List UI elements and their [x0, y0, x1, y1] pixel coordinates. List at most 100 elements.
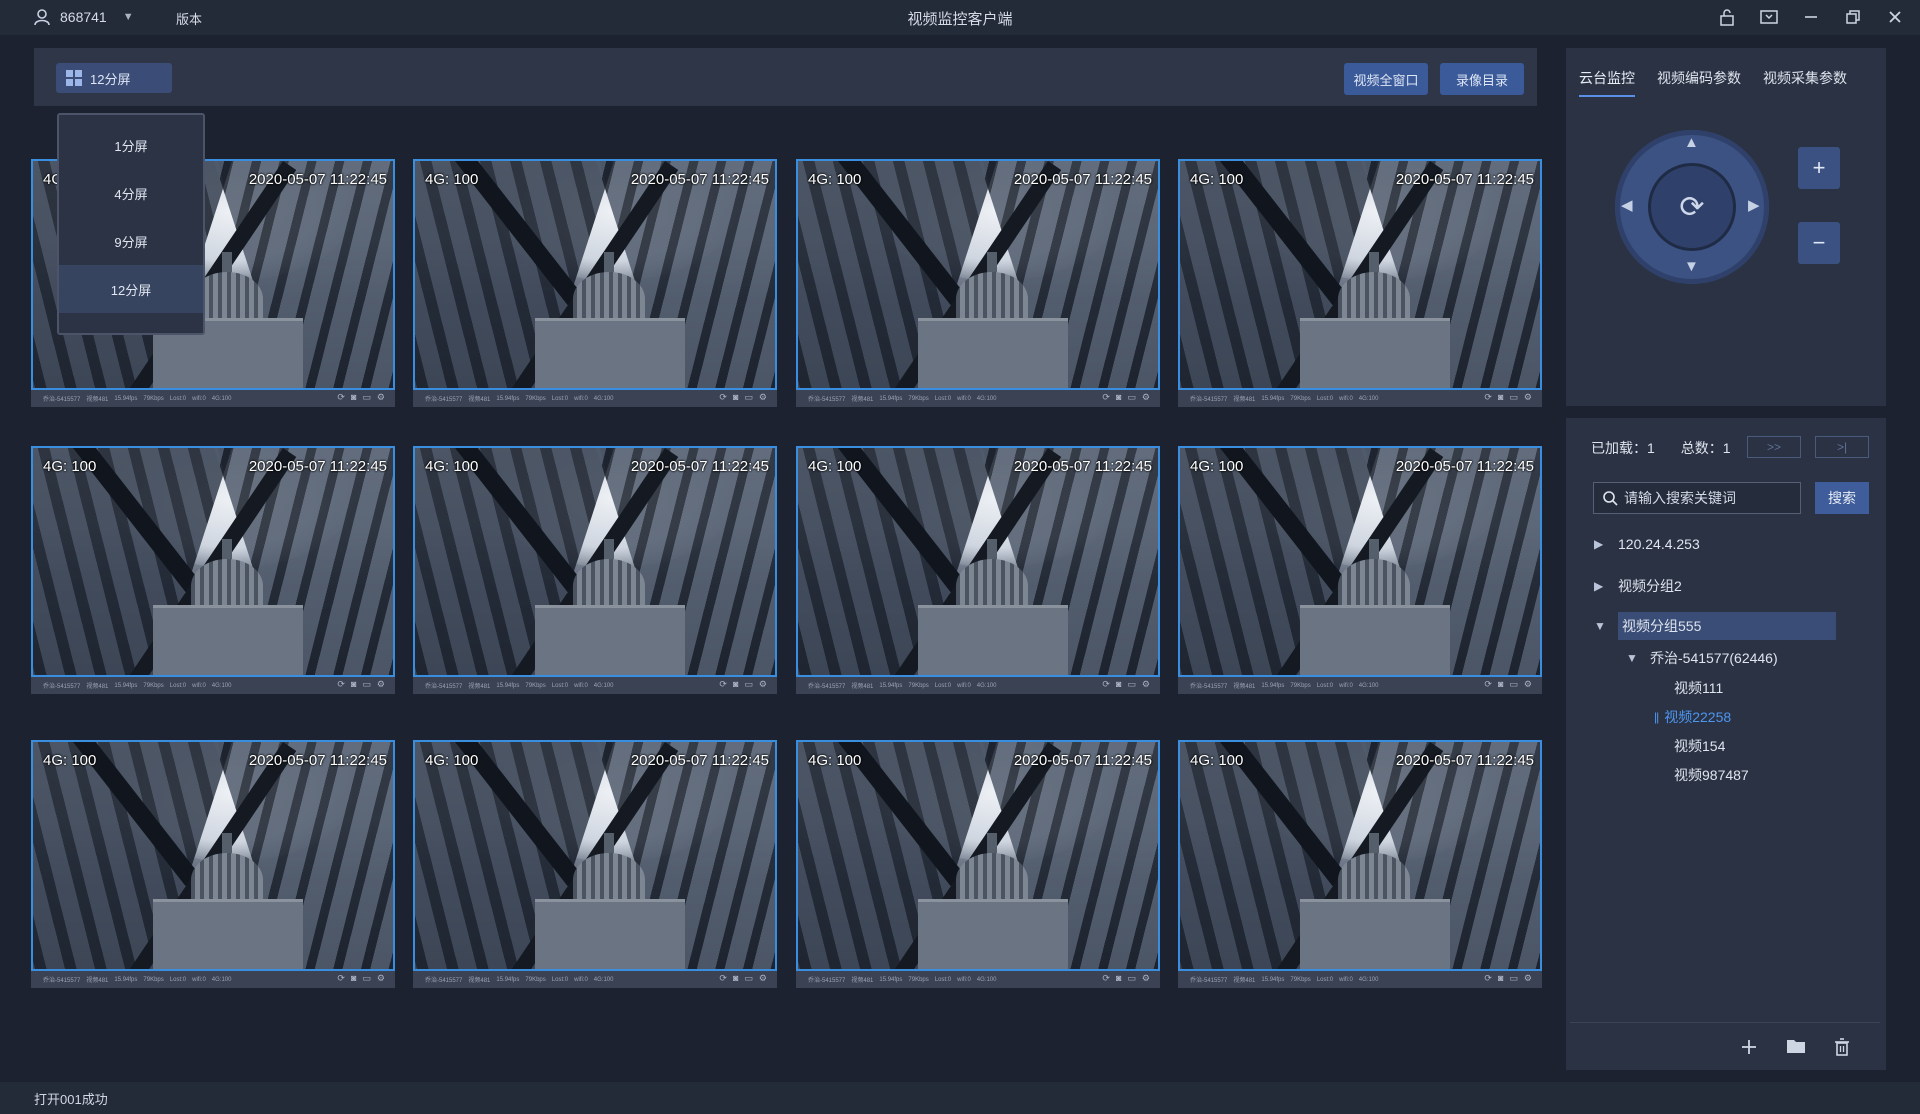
- next-page-button[interactable]: >>: [1747, 436, 1801, 458]
- video-frame[interactable]: 4G: 100 2020-05-07 11:22:45: [796, 446, 1160, 677]
- camera-icon[interactable]: ◙: [351, 679, 356, 690]
- search-button[interactable]: 搜索: [1815, 482, 1869, 514]
- video-tile[interactable]: 4G: 100 2020-05-07 11:22:45 乔治-5415577 视频48…: [413, 159, 777, 407]
- expand-arrow-icon[interactable]: ▶: [1594, 579, 1618, 593]
- camera-icon[interactable]: ◙: [1116, 973, 1121, 984]
- record-icon[interactable]: ▭: [1509, 973, 1518, 984]
- layout-option-1[interactable]: 1分屏: [59, 121, 203, 169]
- settings-icon[interactable]: ⚙: [1142, 973, 1150, 984]
- refresh-icon[interactable]: ⟳: [719, 679, 727, 690]
- last-page-button[interactable]: >|: [1815, 436, 1869, 458]
- ptz-right-arrow-icon[interactable]: ▶: [1748, 196, 1760, 214]
- refresh-icon[interactable]: ⟳: [337, 392, 345, 403]
- tree-node-group2[interactable]: ▶ 视频分组2: [1594, 576, 1682, 596]
- camera-icon[interactable]: ◙: [733, 679, 738, 690]
- record-directory-button[interactable]: 录像目录: [1440, 63, 1524, 95]
- refresh-icon[interactable]: ⟳: [1484, 679, 1492, 690]
- fullscreen-video-button[interactable]: 视频全窗口: [1344, 63, 1428, 95]
- tree-node-ip[interactable]: ▶ 120.24.4.253: [1594, 536, 1700, 552]
- refresh-icon[interactable]: ⟳: [1484, 973, 1492, 984]
- video-frame[interactable]: 4G: 100 2020-05-07 11:22:45: [1178, 159, 1542, 390]
- video-frame[interactable]: 4G: 100 2020-05-07 11:22:45: [31, 446, 395, 677]
- tab-capture-params[interactable]: 视频采集参数: [1763, 68, 1847, 97]
- layout-option-4[interactable]: 4分屏: [59, 169, 203, 217]
- video-frame[interactable]: 4G: 100 2020-05-07 11:22:45: [31, 740, 395, 971]
- folder-icon[interactable]: [1786, 1038, 1806, 1061]
- settings-icon[interactable]: ⚙: [377, 392, 385, 403]
- layout-option-9[interactable]: 9分屏: [59, 217, 203, 265]
- video-tile[interactable]: 4G: 100 2020-05-07 11:22:45 乔治-5415577 视频48…: [413, 740, 777, 988]
- settings-icon[interactable]: ⚙: [759, 392, 767, 403]
- refresh-icon[interactable]: ⟳: [719, 392, 727, 403]
- screen-mode-icon[interactable]: [1758, 6, 1780, 28]
- record-icon[interactable]: ▭: [744, 973, 753, 984]
- tree-node-subgroup[interactable]: ▼ 乔治-541577(62446): [1626, 648, 1778, 668]
- record-icon[interactable]: ▭: [1127, 973, 1136, 984]
- video-tile[interactable]: 4G: 100 2020-05-07 11:22:45 乔治-5415577 视频48…: [796, 740, 1160, 988]
- settings-icon[interactable]: ⚙: [1142, 679, 1150, 690]
- version-link[interactable]: 版本: [176, 9, 202, 28]
- video-frame[interactable]: 4G: 100 2020-05-07 11:22:45: [1178, 740, 1542, 971]
- video-frame[interactable]: 4G: 100 2020-05-07 11:22:45: [413, 446, 777, 677]
- refresh-icon[interactable]: ⟳: [337, 973, 345, 984]
- settings-icon[interactable]: ⚙: [1142, 392, 1150, 403]
- layout-option-12[interactable]: 12分屏: [59, 265, 203, 313]
- expand-arrow-icon[interactable]: ▶: [1594, 537, 1618, 551]
- tab-encoding-params[interactable]: 视频编码参数: [1657, 68, 1741, 97]
- record-icon[interactable]: ▭: [1509, 392, 1518, 403]
- video-tile[interactable]: 4G: 100 2020-05-07 11:22:45 乔治-5415577 视频48…: [796, 446, 1160, 694]
- settings-icon[interactable]: ⚙: [759, 679, 767, 690]
- video-frame[interactable]: 4G: 100 2020-05-07 11:22:45: [796, 740, 1160, 971]
- tree-node-group555[interactable]: ▼ 视频分组555: [1594, 612, 1836, 640]
- tab-ptz-control[interactable]: 云台监控: [1579, 68, 1635, 97]
- ptz-left-arrow-icon[interactable]: ◀: [1621, 196, 1633, 214]
- search-input[interactable]: [1624, 490, 1794, 506]
- video-tile[interactable]: 4G: 100 2020-05-07 11:22:45 乔治-5415577 视频48…: [1178, 159, 1542, 407]
- ptz-up-arrow-icon[interactable]: ▲: [1684, 134, 1699, 151]
- tree-video-item[interactable]: 视频111: [1674, 678, 1723, 698]
- camera-icon[interactable]: ◙: [1498, 679, 1503, 690]
- zoom-in-button[interactable]: +: [1798, 147, 1840, 189]
- user-menu[interactable]: 868741 ▼: [34, 8, 134, 26]
- tree-video-item-playing[interactable]: || 视频22258: [1654, 707, 1731, 727]
- video-tile[interactable]: 4G: 100 2020-05-07 11:22:45 乔治-5415577 视频48…: [31, 740, 395, 988]
- tree-video-item[interactable]: 视频154: [1674, 736, 1725, 756]
- camera-icon[interactable]: ◙: [733, 392, 738, 403]
- video-tile[interactable]: 4G: 100 2020-05-07 11:22:45 乔治-5415577 视频48…: [413, 446, 777, 694]
- chevron-down-icon[interactable]: ▼: [123, 11, 134, 23]
- video-tile[interactable]: 4G: 100 2020-05-07 11:22:45 乔治-5415577 视频48…: [1178, 446, 1542, 694]
- video-tile[interactable]: 4G: 100 2020-05-07 11:22:45 乔治-5415577 视频48…: [31, 446, 395, 694]
- collapse-arrow-icon[interactable]: ▼: [1594, 619, 1618, 633]
- video-frame[interactable]: 4G: 100 2020-05-07 11:22:45: [796, 159, 1160, 390]
- refresh-icon[interactable]: ⟳: [1102, 973, 1110, 984]
- record-icon[interactable]: ▭: [362, 392, 371, 403]
- add-icon[interactable]: [1740, 1038, 1758, 1061]
- ptz-direction-pad[interactable]: ▲ ▼ ◀ ▶ ⟳: [1615, 130, 1769, 284]
- camera-icon[interactable]: ◙: [733, 973, 738, 984]
- settings-icon[interactable]: ⚙: [1524, 973, 1532, 984]
- collapse-arrow-icon[interactable]: ▼: [1626, 651, 1650, 665]
- video-frame[interactable]: 4G: 100 2020-05-07 11:22:45: [1178, 446, 1542, 677]
- camera-icon[interactable]: ◙: [1498, 973, 1503, 984]
- delete-icon[interactable]: [1834, 1038, 1850, 1061]
- layout-select-button[interactable]: 12分屏: [56, 63, 172, 93]
- minimize-icon[interactable]: [1800, 6, 1822, 28]
- refresh-icon[interactable]: ⟳: [337, 679, 345, 690]
- settings-icon[interactable]: ⚙: [1524, 679, 1532, 690]
- lock-icon[interactable]: [1716, 6, 1738, 28]
- close-icon[interactable]: [1884, 6, 1906, 28]
- settings-icon[interactable]: ⚙: [377, 679, 385, 690]
- video-tile[interactable]: 4G: 100 2020-05-07 11:22:45 乔治-5415577 视频48…: [1178, 740, 1542, 988]
- record-icon[interactable]: ▭: [744, 679, 753, 690]
- restore-icon[interactable]: [1842, 6, 1864, 28]
- camera-icon[interactable]: ◙: [1116, 392, 1121, 403]
- settings-icon[interactable]: ⚙: [1524, 392, 1532, 403]
- ptz-down-arrow-icon[interactable]: ▼: [1684, 258, 1699, 275]
- refresh-icon[interactable]: ⟳: [1102, 392, 1110, 403]
- settings-icon[interactable]: ⚙: [377, 973, 385, 984]
- tree-video-item[interactable]: 视频987487: [1674, 765, 1749, 785]
- camera-icon[interactable]: ◙: [1498, 392, 1503, 403]
- record-icon[interactable]: ▭: [1127, 392, 1136, 403]
- camera-icon[interactable]: ◙: [1116, 679, 1121, 690]
- record-icon[interactable]: ▭: [744, 392, 753, 403]
